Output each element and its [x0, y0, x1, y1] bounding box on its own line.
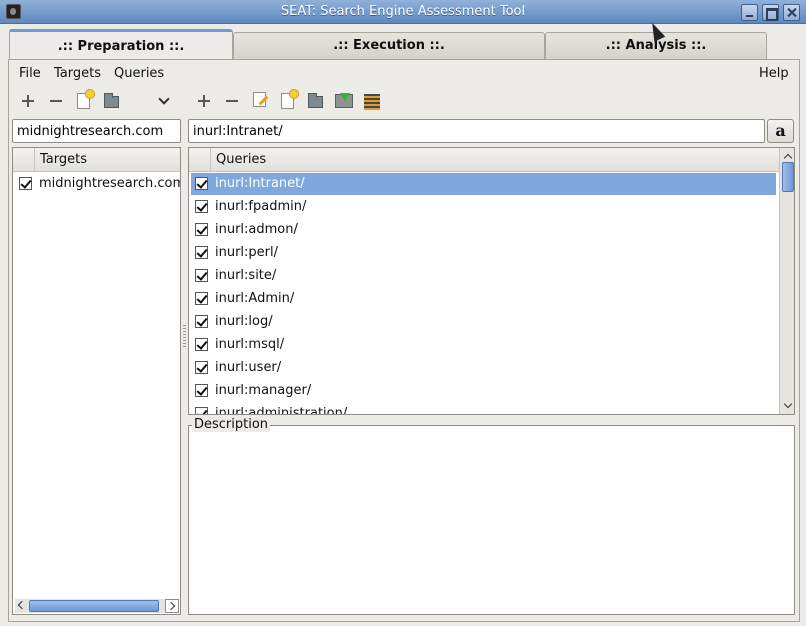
query-label: inurl:Intranet/ [215, 176, 305, 191]
queries-header: Queries [189, 148, 794, 172]
table-row[interactable]: inurl:site/ [191, 265, 776, 287]
query-label: inurl:log/ [215, 314, 273, 329]
description-label: Description [192, 417, 271, 432]
table-row[interactable]: inurl:fpadmin/ [191, 196, 776, 218]
queries-list[interactable]: Queries inurl:Intranet/ inurl:fpadmin/ i… [188, 147, 795, 415]
remove-target-icon[interactable] [47, 92, 65, 110]
new-query-list-icon[interactable] [281, 90, 298, 109]
checkbox[interactable] [195, 361, 208, 374]
table-row[interactable]: inurl:msql/ [191, 334, 776, 356]
menu-queries[interactable]: Queries [114, 66, 164, 81]
checkbox[interactable] [195, 246, 208, 259]
open-query-list-icon[interactable] [308, 93, 323, 108]
description-box[interactable] [188, 425, 795, 615]
checkbox[interactable] [195, 269, 208, 282]
queries-header-label: Queries [216, 152, 267, 167]
menu-targets[interactable]: Targets [54, 66, 101, 81]
query-input[interactable] [188, 119, 765, 143]
targets-header-label: Targets [40, 152, 87, 167]
checkbox[interactable] [195, 384, 208, 397]
remove-query-icon[interactable] [223, 92, 241, 110]
horizontal-scrollbar[interactable] [15, 599, 179, 613]
targets-list[interactable]: Targets midnightresearch.com [12, 147, 181, 615]
query-label: inurl:msql/ [215, 337, 285, 352]
open-target-list-icon[interactable] [104, 93, 119, 108]
table-row[interactable]: inurl:Admin/ [191, 288, 776, 310]
query-label: inurl:Admin/ [215, 291, 295, 306]
chevron-down-icon[interactable] [158, 95, 170, 107]
maximize-button[interactable] [762, 4, 779, 21]
checkbox[interactable] [19, 177, 32, 190]
tab-preparation[interactable]: .:: Preparation ::. [9, 29, 233, 60]
scroll-thumb[interactable] [29, 600, 159, 612]
menu-help[interactable]: Help [759, 66, 789, 81]
table-row[interactable]: inurl:log/ [191, 311, 776, 333]
checkbox[interactable] [195, 315, 208, 328]
minimize-button[interactable] [741, 4, 758, 21]
vertical-scrollbar[interactable] [779, 148, 794, 414]
scroll-up-icon[interactable] [781, 149, 794, 163]
table-row[interactable]: inurl:user/ [191, 357, 776, 379]
table-row[interactable]: inurl:Intranet/ [191, 173, 776, 195]
query-label: inurl:site/ [215, 268, 277, 283]
query-stack-icon[interactable] [363, 94, 381, 112]
checkbox[interactable] [195, 177, 208, 190]
query-label: inurl:user/ [215, 360, 282, 375]
query-label: inurl:fpadmin/ [215, 199, 307, 214]
import-queries-icon[interactable] [335, 93, 353, 108]
close-button[interactable] [783, 4, 800, 21]
checkbox[interactable] [195, 407, 208, 414]
table-row[interactable]: inurl:manager/ [191, 380, 776, 402]
menu-bar: File Targets Queries Help [19, 66, 791, 86]
table-row[interactable]: inurl:admon/ [191, 219, 776, 241]
list-item[interactable]: midnightresearch.com [15, 173, 181, 195]
checkbox[interactable] [195, 292, 208, 305]
table-row[interactable]: inurl:administration/ [191, 403, 776, 415]
scroll-right-icon[interactable] [165, 599, 179, 613]
query-label: inurl:perl/ [215, 245, 279, 260]
scroll-down-icon[interactable] [781, 399, 794, 413]
query-label: inurl:manager/ [215, 383, 312, 398]
tab-execution[interactable]: .:: Execution ::. [233, 32, 545, 60]
scroll-thumb[interactable] [782, 162, 794, 192]
checkbox[interactable] [195, 200, 208, 213]
query-label: inurl:admon/ [215, 222, 298, 237]
menu-file[interactable]: File [19, 66, 41, 81]
add-query-icon[interactable] [195, 92, 213, 110]
window-title: SEAT: Search Engine Assessment Tool [280, 4, 526, 19]
table-row[interactable]: inurl:perl/ [191, 242, 776, 264]
add-target-icon[interactable] [19, 92, 37, 110]
checkbox[interactable] [195, 223, 208, 236]
edit-query-icon[interactable] [253, 92, 266, 107]
checkbox[interactable] [195, 338, 208, 351]
new-target-list-icon[interactable] [77, 90, 94, 109]
splitter-handle[interactable] [183, 325, 186, 347]
query-label: inurl:administration/ [215, 406, 348, 415]
search-button[interactable]: a [767, 119, 794, 143]
target-input[interactable] [12, 119, 181, 143]
target-label: midnightresearch.com [39, 176, 181, 191]
targets-header: Targets [13, 148, 180, 172]
title-bar: SEAT: Search Engine Assessment Tool [0, 0, 806, 24]
